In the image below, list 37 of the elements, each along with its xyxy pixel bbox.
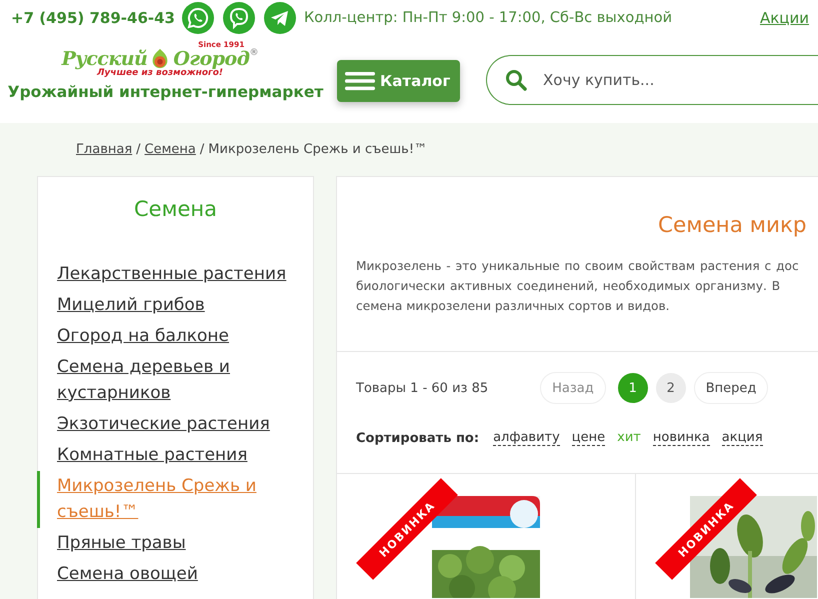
promo-link[interactable]: Акции — [760, 9, 809, 27]
sort-option[interactable]: алфавиту — [493, 430, 560, 446]
category-link[interactable]: Семена деревьев и кустарников — [57, 354, 303, 406]
item-count: Товары 1 - 60 из 85 — [356, 380, 488, 396]
sidebar-title: Семена — [133, 197, 218, 221]
chat-phone-icon[interactable] — [222, 2, 255, 34]
catalog-button[interactable]: Каталог — [337, 60, 460, 102]
sort-option[interactable]: акция — [722, 430, 763, 446]
category-link[interactable]: Огород на балконе — [57, 323, 230, 349]
previous-button[interactable]: Назад — [540, 372, 606, 404]
category-link[interactable]: Комнатные растения — [57, 442, 248, 468]
sort-option[interactable]: новинка — [652, 430, 710, 446]
search-field[interactable]: Хочу купить... — [486, 55, 818, 105]
tagline: Урожайный интернет-гипермаркет — [8, 83, 324, 101]
paper-plane-icon[interactable] — [264, 2, 296, 34]
breadcrumb-link[interactable]: Семена — [144, 142, 196, 157]
sort-option[interactable]: цене — [572, 430, 606, 446]
phone-number[interactable]: +7 (495) 789-46-43 — [11, 9, 175, 27]
call-center-hours: Колл-центр: Пн-Пт 9:00 - 17:00, Сб-Вс выходной — [304, 10, 672, 26]
breadcrumb-link[interactable]: Главная — [76, 142, 132, 157]
search-input[interactable]: Хочу купить... — [541, 70, 795, 90]
chat-phone-icon[interactable] — [182, 2, 214, 34]
category-link[interactable]: Пряные травы — [57, 530, 186, 556]
breadcrumb-separator: / — [136, 142, 141, 157]
category-link[interactable]: Семена овощей — [57, 561, 198, 587]
menu-icon — [345, 71, 375, 91]
search-icon — [505, 69, 527, 91]
page-button[interactable]: 2 — [656, 373, 686, 403]
category-link[interactable]: Лекарственные растения — [57, 261, 286, 287]
breadcrumb-current: Микрозелень Срежь и съешь!™ — [208, 142, 428, 157]
category-link[interactable]: Мицелий грибов — [57, 292, 205, 318]
sort-label: Сортировать по: — [356, 430, 480, 446]
breadcrumb-separator: / — [200, 142, 204, 157]
page-title: Семена микр — [657, 213, 808, 238]
next-button[interactable]: Вперед — [694, 372, 768, 404]
category-link[interactable]: Экзотические растения — [57, 411, 270, 437]
description-text: Микрозелень - это уникальные по своим свойствам растения с дос биологически активных соединений, необходимых организму. В семена микрозелени различных сортов и видов. — [356, 258, 800, 315]
